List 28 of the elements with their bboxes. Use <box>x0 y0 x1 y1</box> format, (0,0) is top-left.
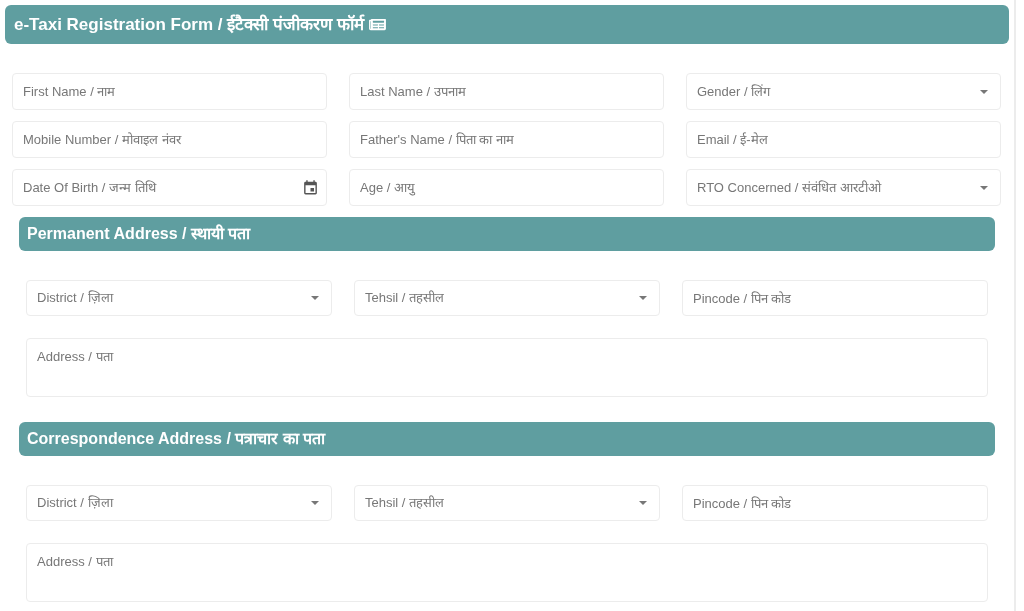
address-field[interactable]: Address / पता <box>26 338 988 397</box>
calendar-icon[interactable] <box>302 179 319 196</box>
dropdown-field[interactable]: RTO Concerned / संवंधित आरटीओ <box>686 169 1001 206</box>
dropdown-field[interactable]: District / ज़िला <box>26 485 332 521</box>
text-field[interactable]: Age / आयु <box>349 169 664 206</box>
section-title: Permanent Address / स्थायी पता <box>27 223 251 244</box>
form-title: e-Taxi Registration Form / ईटैक्सी पंजीकरण फॉर्म <box>14 13 364 36</box>
text-field[interactable]: First Name / नाम <box>12 73 327 110</box>
address-field[interactable]: Address / पता <box>26 543 988 602</box>
caret-icon <box>980 185 988 190</box>
date-field[interactable]: Date Of Birth / जन्म तिथि <box>12 169 327 206</box>
caret-icon <box>980 89 988 94</box>
section-title: Correspondence Address / पत्राचार का पता <box>27 429 326 449</box>
dropdown-field[interactable]: District / ज़िला <box>26 280 332 316</box>
caret-icon <box>639 501 647 505</box>
dropdown-field[interactable]: Tehsil / तहसील <box>354 485 660 521</box>
caret-icon <box>639 296 647 300</box>
caret-icon <box>311 501 319 505</box>
text-field[interactable]: Pincode / पिन कोड <box>682 280 988 316</box>
newspaper-icon <box>368 17 386 32</box>
text-field[interactable]: Mobile Number / मोवाइल नंवर <box>12 121 327 158</box>
text-field[interactable]: Pincode / पिन कोड <box>682 485 988 521</box>
text-field[interactable]: Email / ई-मेल <box>686 121 1001 158</box>
dropdown-field[interactable]: Gender / लिंग <box>686 73 1001 110</box>
text-field[interactable]: Father's Name / पिता का नाम <box>349 121 664 158</box>
dropdown-field[interactable]: Tehsil / तहसील <box>354 280 660 316</box>
text-field[interactable]: Last Name / उपनाम <box>349 73 664 110</box>
caret-icon <box>311 296 319 300</box>
